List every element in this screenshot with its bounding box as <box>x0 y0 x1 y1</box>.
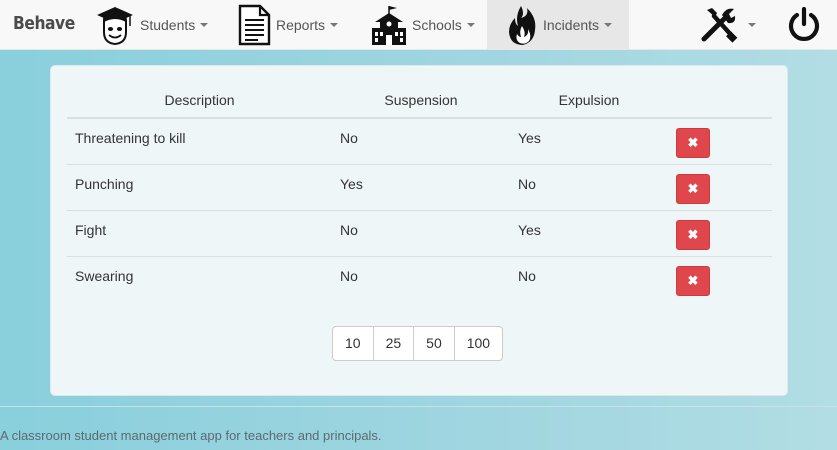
cell-suspension: Yes <box>332 164 510 211</box>
page-size-100[interactable]: 100 <box>455 327 502 360</box>
chevron-down-icon <box>748 23 756 27</box>
delete-button[interactable]: ✖ <box>676 219 710 250</box>
page-size-selector: 10 25 50 100 <box>332 326 504 361</box>
power-icon <box>788 7 820 41</box>
incidents-panel: Description Suspension Expulsion Threate… <box>50 65 788 396</box>
cell-suspension: No <box>332 210 510 257</box>
app-brand[interactable]: Behave <box>13 13 75 34</box>
page-size-50[interactable]: 50 <box>414 327 455 360</box>
page-size-25[interactable]: 25 <box>374 327 415 360</box>
document-icon <box>238 4 271 46</box>
power-button[interactable] <box>787 0 821 50</box>
footer-divider <box>0 406 837 407</box>
cell-suspension: No <box>332 118 510 165</box>
nav-schools-label: Schools <box>412 17 462 33</box>
nav-students[interactable]: Students <box>94 0 209 50</box>
cell-suspension: No <box>340 267 358 284</box>
cell-description: Threatening to kill <box>67 118 332 165</box>
table-row: Fight No Yes ✖ <box>67 210 772 257</box>
cell-description: Swearing <box>75 267 134 284</box>
footer-tagline: A classroom student management app for t… <box>0 428 382 443</box>
column-header-expulsion[interactable]: Expulsion <box>510 83 668 119</box>
nav-reports[interactable]: Reports <box>236 0 339 50</box>
nav-incidents[interactable]: Incidents <box>487 0 629 50</box>
table-row: Threatening to kill No Yes ✖ <box>67 118 772 165</box>
cell-description: Fight <box>67 210 332 257</box>
delete-button[interactable]: ✖ <box>676 128 710 158</box>
school-icon <box>372 6 406 45</box>
chevron-down-icon <box>466 23 475 27</box>
chevron-down-icon <box>604 23 613 27</box>
top-navbar: Behave Students Reports Schools Incident… <box>0 0 837 50</box>
fire-icon <box>509 6 536 45</box>
nav-reports-label: Reports <box>276 17 326 33</box>
chevron-down-icon <box>200 23 209 27</box>
chevron-down-icon <box>330 23 339 27</box>
column-header-actions <box>668 83 772 119</box>
page-size-10[interactable]: 10 <box>333 327 374 360</box>
cell-description: Punching <box>67 164 332 211</box>
cell-expulsion: Yes <box>510 118 668 165</box>
tools-menu[interactable] <box>700 0 756 50</box>
incidents-table: Description Suspension Expulsion Threate… <box>67 83 772 302</box>
delete-button[interactable]: ✖ <box>676 265 710 296</box>
nav-students-label: Students <box>140 17 196 33</box>
delete-button[interactable]: ✖ <box>676 173 710 204</box>
nav-schools[interactable]: Schools <box>370 0 475 50</box>
column-header-suspension[interactable]: Suspension <box>332 83 510 119</box>
cell-expulsion: No <box>518 267 536 284</box>
graduate-icon <box>97 7 133 46</box>
cell-expulsion: Yes <box>510 210 668 257</box>
table-row: Punching Yes No ✖ <box>67 164 772 211</box>
table-row: Swearing No No ✖ <box>67 256 772 302</box>
column-header-description[interactable]: Description <box>67 83 332 119</box>
tools-icon <box>701 8 738 43</box>
cell-expulsion: No <box>510 164 668 211</box>
table-header-row: Description Suspension Expulsion <box>67 83 772 119</box>
nav-incidents-label: Incidents <box>543 17 600 33</box>
